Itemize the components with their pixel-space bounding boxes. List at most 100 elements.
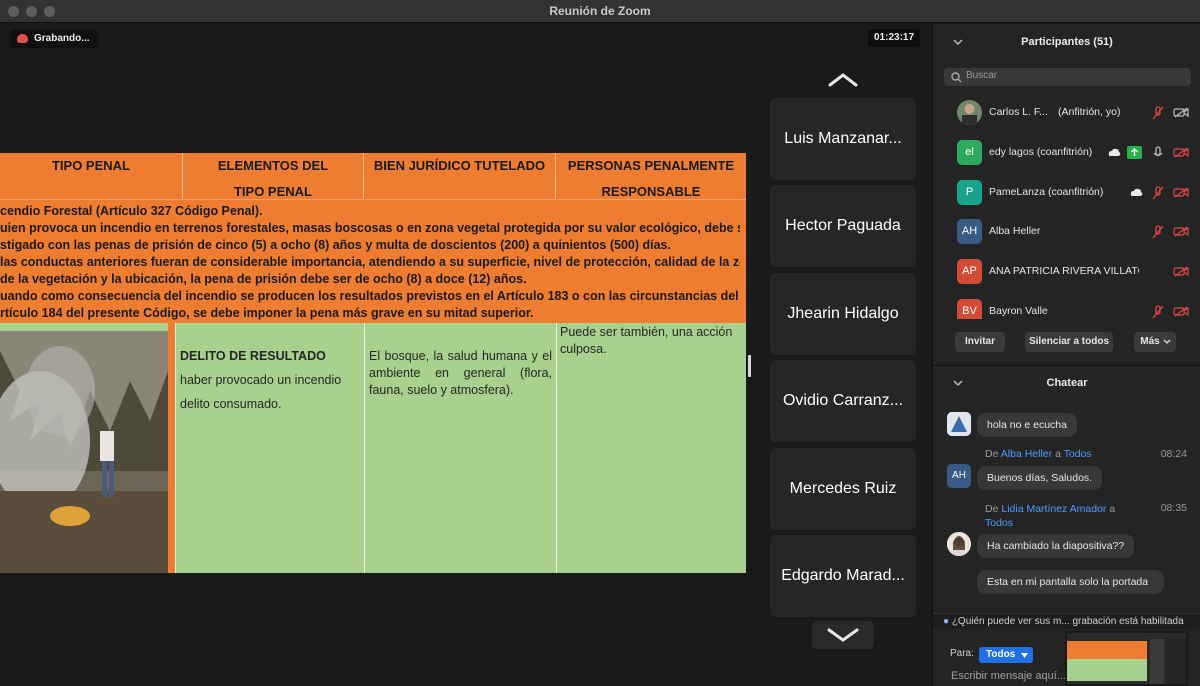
video-off-icon[interactable] xyxy=(1173,226,1189,237)
participant-name: PameLanza (coanfitrión) xyxy=(989,186,1104,198)
description-line: de la vegetación y la ubicación, la pena… xyxy=(0,272,527,286)
video-tile[interactable]: Hector Paguada xyxy=(770,185,916,267)
chat-visibility-notice[interactable]: ● ¿Quién puede ver sus m... grabación es… xyxy=(933,613,1200,629)
description-line: uien provoca un incendio en terrenos for… xyxy=(0,221,740,235)
avatar: el xyxy=(957,140,982,165)
chat-sender-name[interactable]: Lidia Martínez Amador xyxy=(1001,503,1106,515)
more-button[interactable]: Más xyxy=(1134,332,1176,352)
chat-recipient[interactable]: Todos xyxy=(985,517,1013,529)
meeting-area: Grabando... 01:23:17 TIPO PENAL ELEMENTO… xyxy=(0,24,932,686)
elements-title: DELITO DE RESULTADO xyxy=(180,349,326,363)
avatar: BV xyxy=(957,299,982,319)
chat-messages: hola no e ecucha De Alba Heller a Todos … xyxy=(933,396,1200,611)
responsables-text: Puede ser también, una acción culposa. xyxy=(560,325,733,356)
title-bar: Reunión de Zoom xyxy=(0,0,1200,23)
forest-fire-photo xyxy=(0,331,168,573)
bien-juridico-cell: El bosque, la salud humana y el ambiente… xyxy=(364,323,556,573)
chat-message-input[interactable]: Escribir mensaje aquí... xyxy=(951,670,1066,682)
participant-row[interactable]: AP ANA PATRICIA RIVERA VILLATOR... xyxy=(933,253,1200,293)
video-off-icon[interactable] xyxy=(1173,306,1189,317)
description-line: stigado con las penas de prisión de cinc… xyxy=(0,238,671,252)
participant-row[interactable]: AH Alba Heller xyxy=(933,213,1200,253)
window-title: Reunión de Zoom xyxy=(549,4,651,18)
participant-name: Alba Heller xyxy=(989,225,1041,237)
description-line: uando como consecuencia del incendio se … xyxy=(0,289,739,303)
participant-row[interactable]: BV Bayron Valle xyxy=(933,293,1200,319)
slide-table-header: TIPO PENAL ELEMENTOS DEL TIPO PENAL BIEN… xyxy=(0,153,746,199)
video-tile[interactable]: Luis Manzanar... xyxy=(770,98,916,180)
participant-name: Bayron Valle xyxy=(989,305,1048,317)
recording-indicator[interactable]: Grabando... xyxy=(10,29,98,48)
participant-row[interactable]: Carlos L. F... (Anfitrión, yo) xyxy=(933,94,1200,134)
video-off-icon[interactable] xyxy=(1173,187,1189,198)
chat-message: hola no e ecucha xyxy=(977,413,1077,437)
chat-avatar xyxy=(947,532,971,556)
header-tipo-penal: TIPO PENAL xyxy=(0,153,183,199)
video-off-icon[interactable] xyxy=(1173,107,1189,118)
cloud-icon xyxy=(1130,188,1143,196)
video-off-icon[interactable] xyxy=(1173,266,1189,277)
avatar: P xyxy=(957,180,982,205)
mic-muted-icon[interactable] xyxy=(1151,225,1165,239)
participants-title: Participantes (51) xyxy=(1021,36,1113,48)
participant-name: edy lagos (coanfitrión) xyxy=(989,146,1093,158)
scroll-down-chevron-icon xyxy=(827,628,859,642)
chevron-down-icon xyxy=(1021,653,1028,658)
participant-name: ANA PATRICIA RIVERA VILLATOR... xyxy=(989,265,1139,277)
chat-message: Buenos días, Saludos. xyxy=(977,466,1103,490)
avatar: AH xyxy=(957,219,982,244)
mic-muted-icon[interactable] xyxy=(1151,106,1165,120)
participant-row[interactable]: P PameLanza (coanfitrión) xyxy=(933,174,1200,214)
chat-time: 08:24 xyxy=(1160,448,1187,460)
header-elementos: ELEMENTOS DEL TIPO PENAL xyxy=(183,153,364,199)
chat-recipient[interactable]: Todos xyxy=(1064,448,1092,460)
chat-avatar: AH xyxy=(947,464,971,488)
column-divider xyxy=(168,323,175,573)
mute-all-button[interactable]: Silenciar a todos xyxy=(1025,332,1113,352)
elements-line: haber provocado un incendio xyxy=(180,373,342,387)
video-off-icon[interactable] xyxy=(1173,147,1189,158)
cloud-icon xyxy=(1108,148,1121,156)
elements-line: delito consumado. xyxy=(180,397,282,411)
tipo-penal-description: cendio Forestal (Artículo 327 Código Pen… xyxy=(0,199,746,323)
header-bien-juridico: BIEN JURÍDICO TUTELADO xyxy=(364,153,556,199)
description-line: rtículo 184 del presente Código, se debe… xyxy=(0,306,534,320)
cloud-recording-icon xyxy=(17,34,28,43)
person-icon: ● xyxy=(943,616,950,627)
mic-icon[interactable] xyxy=(1151,146,1165,160)
video-tile[interactable]: Mercedes Ruiz xyxy=(770,448,916,530)
side-panel: Participantes (51) Buscar Carlos L. F...… xyxy=(932,24,1200,686)
scroll-up-chevron-icon[interactable] xyxy=(828,72,858,88)
chat-message: Esta en mi pantalla solo la portada xyxy=(977,570,1164,594)
panel-resize-handle[interactable] xyxy=(748,355,751,377)
chat-sender-line: De Lidia Martínez Amador a Todos xyxy=(985,503,1116,529)
video-tile[interactable]: Ovidio Carranz... xyxy=(770,360,916,442)
slide-table-row: DELITO DE RESULTADO haber provocado un i… xyxy=(0,323,746,573)
zoom-window: Reunión de Zoom Grabando... 01:23:17 TIP… xyxy=(0,0,1200,686)
mic-muted-icon[interactable] xyxy=(1151,305,1165,319)
bien-juridico-text: El bosque, la salud humana y el ambiente… xyxy=(369,349,552,397)
description-line: las conductas anteriores fueran de consi… xyxy=(0,255,740,269)
search-placeholder: Buscar xyxy=(966,70,998,81)
participant-row[interactable]: el edy lagos (coanfitrión) xyxy=(933,134,1200,174)
header-personas: PERSONAS PENALMENTE RESPONSABLE xyxy=(567,158,735,199)
invite-button[interactable]: Invitar xyxy=(955,332,1005,352)
chat-time: 08:35 xyxy=(1160,502,1187,514)
chat-avatar xyxy=(947,412,971,436)
self-view-preview[interactable] xyxy=(1065,631,1188,686)
participant-name: Carlos L. F... xyxy=(989,106,1048,118)
video-tile[interactable]: Edgardo Marad... xyxy=(770,535,916,617)
chat-sender-line: De Alba Heller a Todos xyxy=(985,448,1092,460)
video-tile[interactable]: Jhearin Hidalgo xyxy=(770,273,916,355)
more-label: Más xyxy=(1140,336,1160,347)
elementos-cell: DELITO DE RESULTADO haber provocado un i… xyxy=(175,323,364,573)
scroll-down-button[interactable] xyxy=(812,621,874,649)
mic-muted-icon[interactable] xyxy=(1151,186,1165,200)
recipient-label: Para: xyxy=(950,648,974,659)
personas-cell: Puede ser también, una acción culposa. xyxy=(556,323,746,573)
screen-share-icon xyxy=(1127,146,1142,159)
participant-search-input[interactable]: Buscar xyxy=(944,68,1191,86)
chevron-down-icon xyxy=(1163,339,1171,344)
chat-sender-name[interactable]: Alba Heller xyxy=(1001,448,1052,460)
recipient-dropdown[interactable]: Todos xyxy=(979,647,1033,663)
